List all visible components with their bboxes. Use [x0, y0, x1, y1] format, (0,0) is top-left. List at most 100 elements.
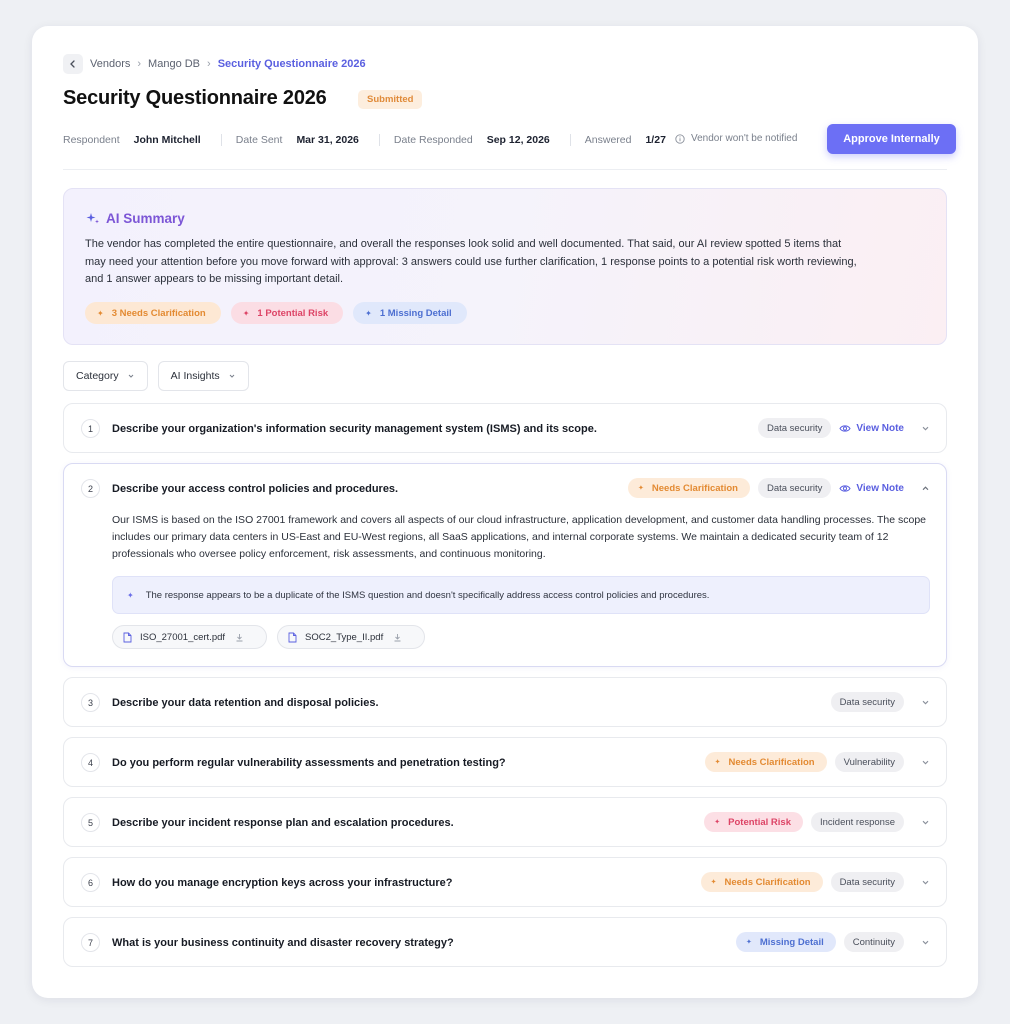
download-icon[interactable] — [393, 633, 402, 642]
question-actions: ✦ Needs Clarification Vulnerability — [704, 752, 932, 772]
eye-icon — [839, 484, 851, 492]
category-tag: Data security — [830, 872, 904, 892]
collapse-button[interactable] — [918, 481, 932, 495]
question-number: 2 — [81, 479, 100, 498]
divider — [220, 134, 222, 146]
chevron-down-icon — [922, 880, 928, 884]
view-note-link[interactable]: View Note — [839, 483, 904, 494]
ai-summary-title: AI Summary — [106, 211, 185, 226]
category-tag: Vulnerability — [834, 752, 904, 772]
chevron-down-icon — [922, 940, 928, 944]
date-responded-value: Sep 12, 2026 — [486, 134, 550, 146]
chevron-down-icon — [922, 700, 928, 704]
view-note-label: View Note — [856, 422, 904, 434]
respondent-value: John Mitchell — [133, 134, 201, 146]
chip-label: 1 Missing Detail — [379, 307, 452, 319]
question-text: Describe your data retention and disposa… — [112, 697, 379, 709]
sparkle-icon: ✦ — [714, 759, 721, 766]
ai-summary-panel: AI Summary The vendor has completed the … — [63, 188, 947, 345]
answered-value: 1/27 — [645, 134, 666, 146]
expand-button[interactable] — [918, 695, 932, 709]
question-number: 7 — [81, 933, 100, 952]
ai-summary-chips: ✦ 3 Needs Clarification ✦ 1 Potential Risk… — [85, 302, 477, 324]
insight-label: Needs Clarification — [724, 876, 811, 888]
question-actions: ✦ Needs Clarification Data security — [700, 872, 932, 892]
approve-internally-button[interactable]: Approve Internally — [827, 124, 956, 154]
question-row[interactable]: 3 Describe your data retention and dispo… — [63, 677, 947, 727]
expand-button[interactable] — [918, 875, 932, 889]
needs-clarification-badge: ✦ Needs Clarification — [628, 478, 750, 498]
needs-clarification-badge: ✦ Needs Clarification — [700, 872, 823, 892]
sparkle-icon: ✦ — [638, 485, 644, 492]
question-text: Do you perform regular vulnerability ass… — [112, 757, 506, 769]
back-button[interactable] — [63, 54, 83, 74]
breadcrumb-separator: › — [137, 58, 142, 70]
sparkle-icon: ✦ — [746, 939, 752, 946]
file-icon — [123, 632, 132, 642]
expand-button[interactable] — [918, 421, 932, 435]
chevron-down-icon — [922, 820, 928, 824]
page-title: Security Questionnaire 2026 — [63, 87, 327, 109]
questionnaire-card: Vendors › Mango DB › Security Questionna… — [32, 26, 978, 998]
question-number: 3 — [81, 693, 100, 712]
attachment-file[interactable]: ISO_27001_cert.pdf — [112, 625, 268, 649]
ai-insights-filter[interactable]: AI Insights — [157, 361, 249, 391]
download-icon[interactable] — [235, 633, 244, 642]
insight-label: Missing Detail — [759, 936, 824, 948]
chip-label: 3 Needs Clarification — [111, 307, 206, 319]
expand-button[interactable] — [918, 935, 932, 949]
category-filter[interactable]: Category — [63, 361, 148, 391]
potential-risk-chip[interactable]: ✦ 1 Potential Risk — [230, 302, 344, 324]
expand-button[interactable] — [918, 755, 932, 769]
breadcrumb-vendor[interactable]: Mango DB — [148, 58, 200, 70]
answer-text: Our ISMS is based on the ISO 27001 frame… — [112, 514, 927, 560]
sparkle-icon: ✦ — [242, 308, 250, 318]
divider — [569, 134, 571, 146]
question-number: 1 — [81, 419, 100, 438]
breadcrumb-current: Security Questionnaire 2026 — [217, 58, 366, 70]
category-tag: Continuity — [843, 932, 904, 952]
insight-label: Needs Clarification — [728, 756, 815, 768]
divider — [378, 134, 380, 146]
category-tag: Data security — [830, 692, 904, 712]
chip-label: 1 Potential Risk — [257, 307, 329, 319]
filter-bar: Category AI Insights — [63, 361, 259, 391]
view-note-label: View Note — [856, 482, 904, 494]
chevron-down-icon — [922, 426, 928, 430]
category-tag: Data security — [757, 418, 832, 438]
chevron-up-icon — [922, 485, 928, 490]
file-name: SOC2_Type_II.pdf — [305, 631, 384, 643]
attachment-file[interactable]: SOC2_Type_II.pdf — [277, 625, 426, 649]
question-number: 4 — [81, 753, 100, 772]
breadcrumb: Vendors › Mango DB › Security Questionna… — [63, 54, 366, 74]
breadcrumb-vendors[interactable]: Vendors — [90, 58, 130, 70]
missing-detail-chip[interactable]: ✦ 1 Missing Detail — [353, 302, 467, 324]
date-responded-label: Date Responded — [393, 134, 473, 146]
chevron-down-icon — [128, 374, 133, 378]
missing-detail-badge: ✦ Missing Detail — [736, 932, 836, 952]
question-text: How do you manage encryption keys across… — [112, 877, 453, 889]
question-text: Describe your access control policies an… — [112, 483, 399, 495]
view-note-link[interactable]: View Note — [839, 423, 904, 434]
question-row[interactable]: 5 Describe your incident response plan a… — [63, 797, 947, 847]
attachments: ISO_27001_cert.pdf SOC2_Type_II.pdf — [112, 625, 435, 649]
question-row[interactable]: 7 What is your business continuity and d… — [63, 917, 947, 967]
chevron-down-icon — [229, 374, 234, 378]
question-row[interactable]: 6 How do you manage encryption keys acro… — [63, 857, 947, 907]
sparkle-icon: ✦ — [710, 879, 717, 886]
sparkle-icon: ✦ — [97, 308, 104, 318]
needs-clarification-chip[interactable]: ✦ 3 Needs Clarification — [85, 302, 221, 324]
insight-label: Needs Clarification — [651, 482, 738, 494]
question-row[interactable]: 1 Describe your organization's informati… — [63, 403, 947, 453]
respondent-label: Respondent — [63, 134, 120, 146]
divider — [63, 169, 947, 170]
sparkle-icon: ✦ — [127, 590, 134, 600]
question-row-expanded[interactable]: 2 Describe your access control policies … — [63, 463, 947, 667]
sparkle-icon: ✦ — [365, 308, 372, 318]
question-text: Describe your incident response plan and… — [112, 817, 454, 829]
expand-button[interactable] — [918, 815, 932, 829]
question-actions: ✦ Needs Clarification Data security View … — [628, 478, 932, 498]
question-row[interactable]: 4 Do you perform regular vulnerability a… — [63, 737, 947, 787]
file-name: ISO_27001_cert.pdf — [140, 631, 226, 643]
breadcrumb-separator: › — [207, 58, 211, 70]
